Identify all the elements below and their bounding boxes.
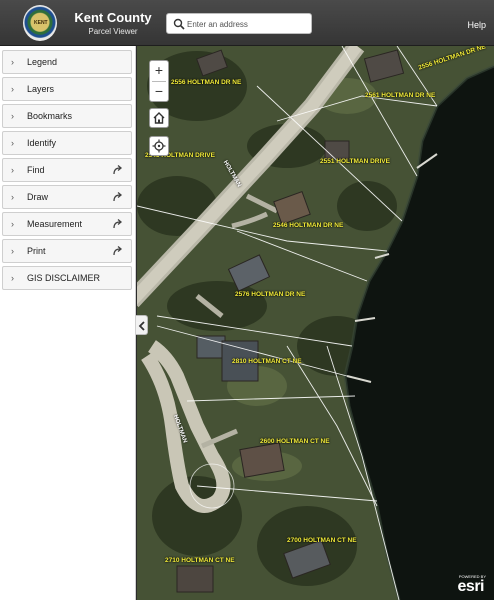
sidebar-item-label: Measurement	[27, 219, 83, 229]
chevron-right-icon: ›	[11, 219, 14, 229]
parcel-label[interactable]: 2561 HOLTMAN DR NE	[365, 92, 435, 99]
chevron-left-icon	[138, 321, 145, 331]
crosshair-icon	[152, 139, 166, 153]
help-link[interactable]: Help	[467, 20, 486, 30]
parcel-label[interactable]: 2710 HOLTMAN CT NE	[165, 557, 235, 564]
county-seal-logo: KENT	[23, 5, 57, 41]
address-search[interactable]	[166, 13, 312, 34]
popout-arrow-icon[interactable]	[112, 164, 123, 175]
sidebar-item-label: Identify	[27, 138, 57, 148]
chevron-right-icon: ›	[11, 57, 14, 67]
app-header: KENT Kent County Parcel Viewer Help	[0, 0, 494, 46]
sidebar-item-find[interactable]: › Find	[2, 158, 132, 182]
home-button[interactable]	[149, 108, 169, 128]
app-subtitle: Parcel Viewer	[88, 27, 138, 36]
address-search-input[interactable]	[187, 16, 307, 32]
zoom-control: + −	[149, 60, 169, 102]
chevron-right-icon: ›	[11, 246, 14, 256]
sidebar-item-label: Print	[27, 246, 46, 256]
sidebar-item-draw[interactable]: › Draw	[2, 185, 132, 209]
parcel-label[interactable]: 2551 HOLTMAN DRIVE	[320, 158, 390, 165]
esri-attribution-logo[interactable]: POWERED BY esri	[442, 574, 486, 596]
esri-wordmark: esri	[457, 578, 485, 595]
locate-button[interactable]	[149, 136, 169, 156]
parcel-label[interactable]: 2700 HOLTMAN CT NE	[287, 537, 357, 544]
parcel-label[interactable]: 2546 HOLTMAN DR NE	[273, 222, 343, 229]
search-icon[interactable]	[173, 18, 185, 30]
zoom-out-button[interactable]: −	[150, 82, 168, 102]
seal-lettering: KENT	[34, 20, 48, 26]
aerial-imagery	[137, 46, 494, 600]
sidebar-item-bookmarks[interactable]: › Bookmarks	[2, 104, 132, 128]
popout-arrow-icon[interactable]	[112, 191, 123, 202]
popout-arrow-icon[interactable]	[112, 245, 123, 256]
parcel-label[interactable]: 2600 HOLTMAN CT NE	[260, 438, 330, 445]
sidebar-item-measurement[interactable]: › Measurement	[2, 212, 132, 236]
chevron-right-icon: ›	[11, 138, 14, 148]
app-title: Kent County	[74, 10, 152, 25]
sidebar-item-gis-disclaimer[interactable]: › GIS DISCLAIMER	[2, 266, 132, 290]
popout-arrow-icon[interactable]	[112, 218, 123, 229]
sidebar-item-label: Layers	[27, 84, 55, 94]
parcel-label[interactable]: 2810 HOLTMAN CT NE	[232, 358, 302, 365]
parcel-label[interactable]: 2556 HOLTMAN DR NE	[171, 79, 241, 86]
chevron-right-icon: ›	[11, 165, 14, 175]
sidebar-item-label: Bookmarks	[27, 111, 73, 121]
sidebar-item-layers[interactable]: › Layers	[2, 77, 132, 101]
map-view[interactable]: 2556 HOLTMAN DR NE 2556 HOLTMAN DR NE 25…	[137, 46, 494, 600]
zoom-in-button[interactable]: +	[150, 61, 168, 81]
chevron-right-icon: ›	[11, 111, 14, 121]
home-icon	[153, 112, 165, 124]
sidebar-item-legend[interactable]: › Legend	[2, 50, 132, 74]
sidebar-panel: › Legend › Layers › Bookmarks › Identify…	[0, 46, 136, 600]
chevron-right-icon: ›	[11, 84, 14, 94]
chevron-right-icon: ›	[11, 273, 14, 283]
parcel-label[interactable]: 2576 HOLTMAN DR NE	[235, 291, 305, 298]
sidebar-item-identify[interactable]: › Identify	[2, 131, 132, 155]
sidebar-item-label: GIS DISCLAIMER	[27, 273, 101, 283]
sidebar-item-label: Draw	[27, 192, 49, 202]
sidebar-collapse-button[interactable]	[136, 315, 148, 335]
chevron-right-icon: ›	[11, 192, 14, 202]
sidebar-item-print[interactable]: › Print	[2, 239, 132, 263]
sidebar-item-label: Legend	[27, 57, 58, 67]
sidebar-item-label: Find	[27, 165, 45, 175]
